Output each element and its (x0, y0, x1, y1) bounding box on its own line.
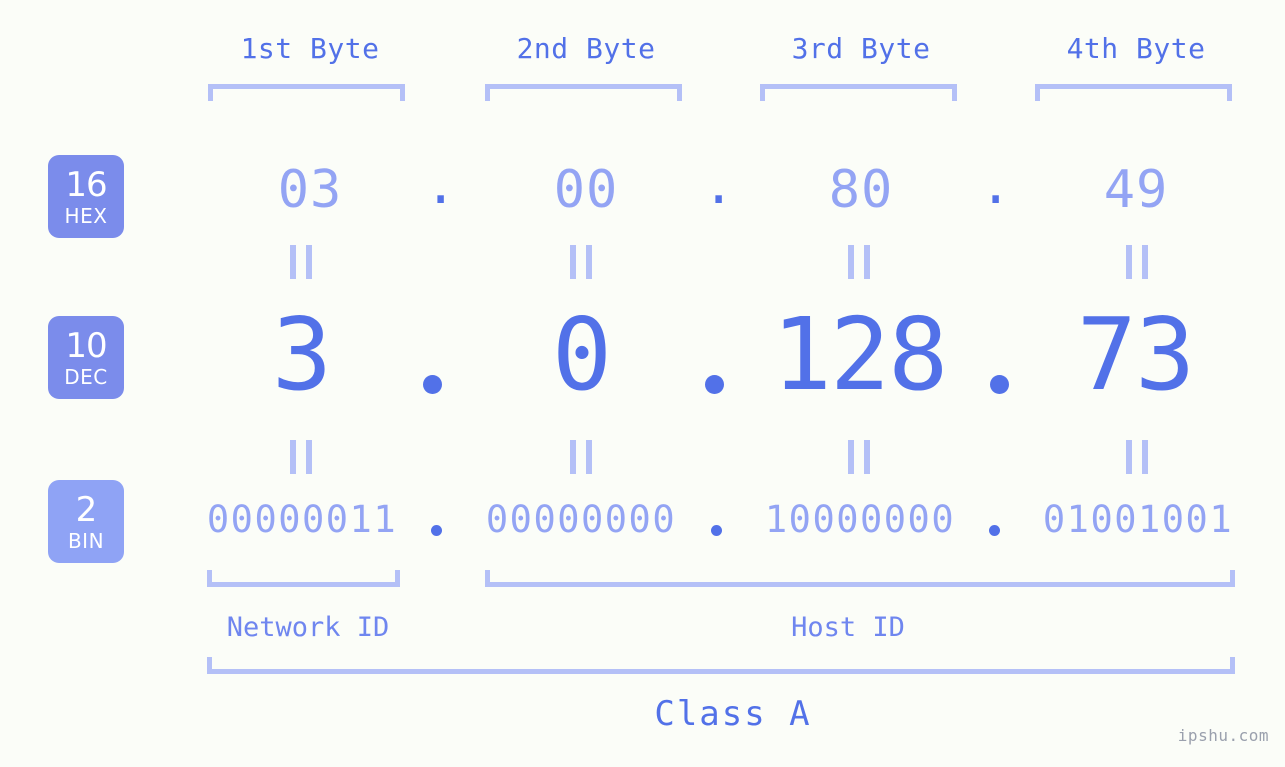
base-badge-bin-name: BIN (67, 528, 105, 553)
host-id-label: Host ID (791, 612, 905, 643)
base-badge-bin[interactable]: 2 BIN (48, 480, 124, 563)
base-badge-bin-number: 2 (75, 489, 98, 530)
byte-header-2: 2nd Byte (516, 32, 656, 65)
bin-byte-3: 10000000 (764, 498, 956, 541)
class-label: Class A (654, 694, 812, 734)
equal-mark-2-3 (848, 440, 870, 474)
class-bracket (207, 657, 1235, 674)
watermark: ipshu.com (1177, 726, 1269, 745)
network-id-bracket (207, 570, 400, 587)
byte-bracket-4 (1035, 84, 1232, 101)
hex-separator-1: . (425, 156, 457, 216)
network-id-label: Network ID (226, 612, 390, 643)
hex-byte-2: 00 (553, 160, 619, 220)
byte-header-4: 4th Byte (1066, 32, 1206, 65)
bin-byte-2: 00000000 (485, 498, 677, 541)
equal-mark-1-3 (848, 245, 870, 279)
base-badge-dec[interactable]: 10 DEC (48, 316, 124, 399)
equal-mark-1-2 (570, 245, 592, 279)
byte-bracket-1 (208, 84, 405, 101)
base-badge-dec-name: DEC (64, 364, 108, 389)
dec-byte-4: 73 (1076, 296, 1195, 413)
hex-separator-2: . (703, 156, 735, 216)
dec-byte-2: 0 (551, 296, 612, 413)
ip-breakdown-diagram: 1st Byte 2nd Byte 3rd Byte 4th Byte 16 H… (0, 0, 1285, 767)
bin-separator-1 (431, 525, 442, 536)
host-id-bracket (485, 570, 1235, 587)
dec-separator-1 (423, 375, 442, 394)
bin-byte-4: 01001001 (1042, 498, 1234, 541)
bin-separator-3 (989, 525, 1000, 536)
base-badge-hex-number: 16 (65, 164, 107, 205)
dec-byte-1: 3 (271, 296, 332, 413)
byte-bracket-3 (760, 84, 957, 101)
equal-mark-1-4 (1126, 245, 1148, 279)
hex-byte-4: 49 (1103, 160, 1169, 220)
byte-header-3: 3rd Byte (791, 32, 931, 65)
hex-byte-3: 80 (828, 160, 894, 220)
base-badge-dec-number: 10 (65, 325, 107, 366)
dec-separator-2 (705, 375, 724, 394)
equal-mark-2-2 (570, 440, 592, 474)
byte-bracket-2 (485, 84, 682, 101)
base-badge-hex[interactable]: 16 HEX (48, 155, 124, 238)
equal-mark-2-4 (1126, 440, 1148, 474)
equal-mark-1-1 (290, 245, 312, 279)
bin-byte-1: 00000011 (206, 498, 398, 541)
equal-mark-2-1 (290, 440, 312, 474)
base-badge-hex-name: HEX (64, 203, 108, 228)
dec-separator-3 (990, 375, 1009, 394)
hex-separator-3: . (980, 156, 1012, 216)
hex-byte-1: 03 (277, 160, 343, 220)
bin-separator-2 (711, 525, 722, 536)
byte-header-1: 1st Byte (240, 32, 380, 65)
dec-byte-3: 128 (771, 296, 949, 413)
